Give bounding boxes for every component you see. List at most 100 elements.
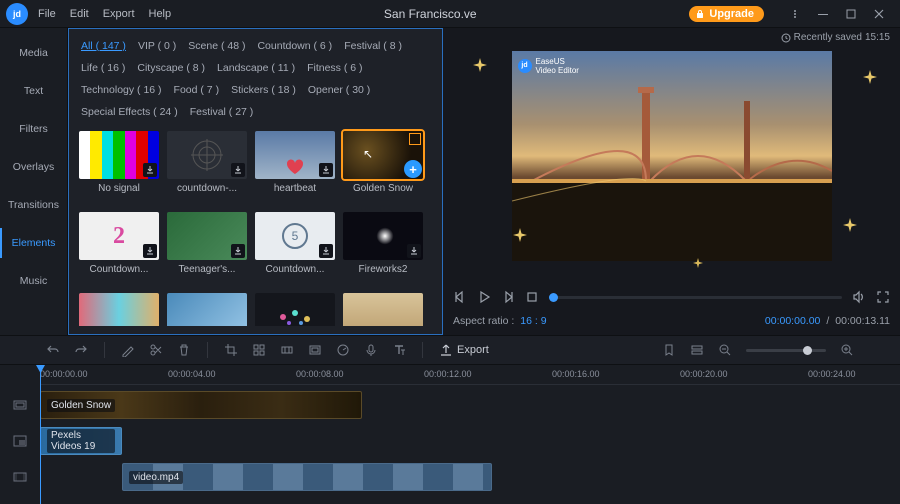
text-button[interactable] <box>392 343 406 357</box>
download-icon[interactable] <box>319 244 333 258</box>
undo-button[interactable] <box>46 343 60 357</box>
track-overlay[interactable]: Golden Snow <box>0 389 900 421</box>
sidebar: Media Text Filters Overlays Transitions … <box>0 28 68 335</box>
preview-progress[interactable] <box>549 296 842 299</box>
watermark: jd EaseUSVideo Editor <box>518 57 579 75</box>
download-icon[interactable] <box>407 244 421 258</box>
category-landscape[interactable]: Landscape ( 11 ) <box>217 59 295 77</box>
clip-golden-snow[interactable]: Golden Snow <box>40 391 362 419</box>
element-item[interactable]: 5 Countdown... <box>255 212 335 275</box>
track-video[interactable]: video.mp4 <box>0 461 900 493</box>
category-countdown[interactable]: Countdown ( 6 ) <box>257 37 332 55</box>
crop-button[interactable] <box>224 343 238 357</box>
element-item[interactable]: countdown-... <box>167 131 247 194</box>
element-item[interactable] <box>255 293 335 326</box>
sparkle-icon <box>473 58 487 72</box>
playhead[interactable] <box>40 365 41 504</box>
element-item[interactable] <box>79 293 159 326</box>
mosaic-button[interactable] <box>252 343 266 357</box>
zoom-button[interactable] <box>308 343 322 357</box>
category-stickers[interactable]: Stickers ( 18 ) <box>231 81 296 99</box>
element-item[interactable]: Teenager's... <box>167 212 247 275</box>
sidebar-item-overlays[interactable]: Overlays <box>0 148 67 186</box>
element-item[interactable]: 2 Countdown... <box>79 212 159 275</box>
aspect-value[interactable]: 16 : 9 <box>520 315 546 327</box>
minimize-icon[interactable] <box>816 8 830 20</box>
app-logo: jd <box>6 3 28 25</box>
clip-pexels[interactable]: Pexels Videos 19 <box>40 427 122 455</box>
timeline-ruler[interactable]: 00:00:00.0000:00:04.0000:00:08.0000:00:1… <box>40 365 900 385</box>
play-button[interactable] <box>477 290 491 304</box>
video-track-icon <box>0 469 40 485</box>
category-opener[interactable]: Opener ( 30 ) <box>308 81 370 99</box>
time-current: 00:00:00.00 <box>765 315 820 327</box>
preview-frame-art <box>512 51 832 261</box>
category-vip[interactable]: VIP ( 0 ) <box>138 37 176 55</box>
close-icon[interactable] <box>872 8 886 20</box>
delete-button[interactable] <box>177 343 191 357</box>
category-technology[interactable]: Technology ( 16 ) <box>81 81 162 99</box>
menu-file[interactable]: File <box>38 8 56 20</box>
redo-button[interactable] <box>74 343 88 357</box>
download-icon[interactable] <box>319 163 333 177</box>
category-festival[interactable]: Festival ( 27 ) <box>190 103 254 121</box>
upgrade-button[interactable]: Upgrade <box>689 6 764 22</box>
fullscreen-icon[interactable] <box>876 290 890 304</box>
ruler-tick: 00:00:00.00 <box>40 369 88 379</box>
ruler-tick: 00:00:24.00 <box>808 369 856 379</box>
zoom-out-button[interactable] <box>718 343 732 357</box>
element-item[interactable] <box>167 293 247 326</box>
sidebar-item-media[interactable]: Media <box>0 34 67 72</box>
zoom-in-button[interactable] <box>840 343 854 357</box>
export-button[interactable]: Export <box>439 343 489 357</box>
element-item[interactable]: heartbeat <box>255 131 335 194</box>
menu-edit[interactable]: Edit <box>70 8 89 20</box>
category-special-effects[interactable]: Special Effects ( 24 ) <box>81 103 178 121</box>
element-item[interactable] <box>343 293 423 326</box>
voiceover-button[interactable] <box>364 343 378 357</box>
category-scene[interactable]: Scene ( 48 ) <box>188 37 245 55</box>
track-button[interactable] <box>690 343 704 357</box>
preview-viewport[interactable]: jd EaseUSVideo Editor <box>512 51 832 261</box>
edit-tool[interactable] <box>121 343 135 357</box>
stop-button[interactable] <box>525 290 539 304</box>
sidebar-item-music[interactable]: Music <box>0 262 67 300</box>
marker-button[interactable] <box>662 343 676 357</box>
category-cityscape[interactable]: Cityscape ( 8 ) <box>137 59 205 77</box>
freeze-button[interactable] <box>280 343 294 357</box>
selection-indicator <box>409 133 421 145</box>
download-icon[interactable] <box>231 244 245 258</box>
prev-button[interactable] <box>453 290 467 304</box>
element-item[interactable]: Fireworks2 <box>343 212 423 275</box>
category-fitness[interactable]: Fitness ( 6 ) <box>307 59 362 77</box>
category-festival[interactable]: Festival ( 8 ) <box>344 37 402 55</box>
aspect-label: Aspect ratio : <box>453 315 514 327</box>
sidebar-item-text[interactable]: Text <box>0 72 67 110</box>
next-button[interactable] <box>501 290 515 304</box>
timeline-toolbar: Export <box>0 335 900 365</box>
menu-help[interactable]: Help <box>149 8 172 20</box>
category-life[interactable]: Life ( 16 ) <box>81 59 125 77</box>
timeline[interactable]: 00:00:00.0000:00:04.0000:00:08.0000:00:1… <box>0 365 900 504</box>
zoom-slider[interactable] <box>746 349 826 352</box>
download-icon[interactable] <box>143 163 157 177</box>
maximize-icon[interactable] <box>844 8 858 20</box>
element-item-selected[interactable]: ↖ + Golden Snow <box>343 131 423 194</box>
clip-video[interactable]: video.mp4 <box>122 463 492 491</box>
sidebar-item-filters[interactable]: Filters <box>0 110 67 148</box>
track-pip[interactable]: Pexels Videos 19 <box>0 425 900 457</box>
split-button[interactable] <box>149 343 163 357</box>
sidebar-item-transitions[interactable]: Transitions <box>0 186 67 224</box>
element-item[interactable]: No signal <box>79 131 159 194</box>
volume-icon[interactable] <box>852 290 866 304</box>
time-separator: / <box>826 315 829 327</box>
download-icon[interactable] <box>143 244 157 258</box>
settings-icon[interactable] <box>788 8 802 20</box>
category-all[interactable]: All ( 147 ) <box>81 37 126 55</box>
category-food[interactable]: Food ( 7 ) <box>174 81 220 99</box>
sidebar-item-elements[interactable]: Elements <box>0 224 67 262</box>
menu-export[interactable]: Export <box>103 8 135 20</box>
download-icon[interactable] <box>231 163 245 177</box>
speed-button[interactable] <box>336 343 350 357</box>
add-icon[interactable]: + <box>404 160 422 178</box>
